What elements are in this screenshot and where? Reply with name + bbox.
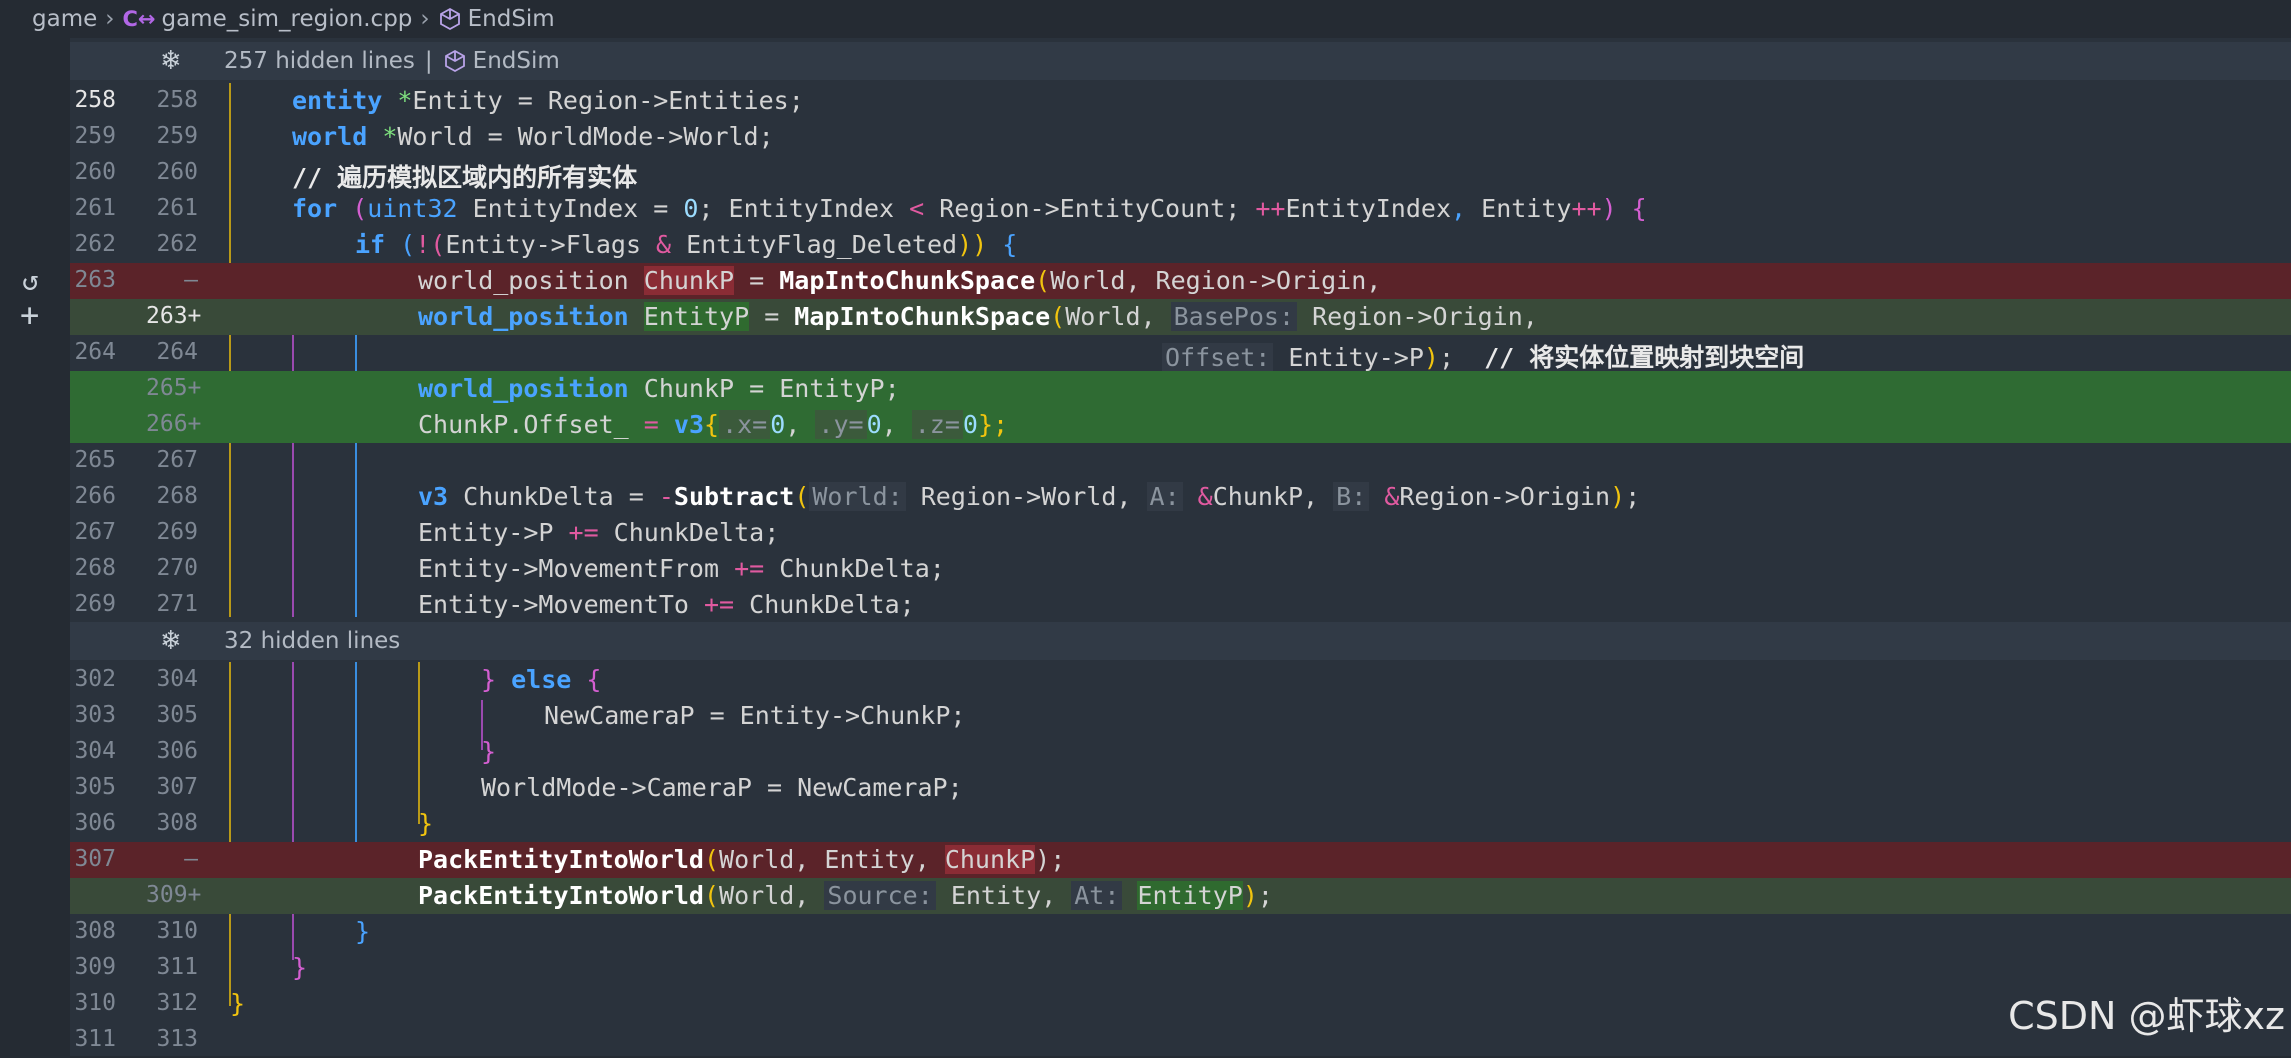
deleted-line[interactable]: 263 — world_position ChunkP = MapIntoChu… [70,263,2291,299]
added-line[interactable]: 263+ world_position EntityP = MapIntoChu… [70,299,2291,335]
breadcrumb-symbol[interactable]: EndSim [468,6,555,32]
code-line[interactable]: 306 308 } [70,806,2291,842]
chevron-right-icon: › [420,6,430,32]
chevron-right-icon: › [105,6,115,32]
expand-icon[interactable]: ❄ [160,46,224,76]
code-line[interactable]: 265 267 [70,443,2291,479]
added-line[interactable]: 309+ PackEntityIntoWorld(World, Source: … [70,878,2291,914]
code-line[interactable]: 311 313 [70,1022,2291,1058]
code-line[interactable]: 308 310 } [70,914,2291,950]
method-cube-icon [439,7,460,31]
code-line[interactable]: 269 271 Entity->MovementTo += ChunkDelta… [70,587,2291,623]
code-line[interactable]: 302 304 } else { [70,662,2291,698]
deleted-line[interactable]: 307 — PackEntityIntoWorld(World, Entity,… [70,842,2291,878]
code-line[interactable]: 260 260 // 遍历模拟区域内的所有实体 [70,155,2291,192]
added-line[interactable]: 266+ ChunkP.Offset_ = v3{.x= 0, .y= 0, .z=… [70,407,2291,443]
inlay-hint: BasePos: [1170,302,1298,331]
hidden-lines-count: 257 hidden lines [224,48,415,74]
cpp-file-icon: C↔ [122,7,156,31]
hidden-lines-bar[interactable]: ❄ 32 hidden lines [70,622,2291,660]
revert-icon[interactable]: ↺ [22,264,39,297]
code-line[interactable]: 267 269 Entity->P += ChunkDelta; [70,515,2291,551]
activity-gutter [0,38,70,1056]
added-line[interactable]: 265+ world_position ChunkP = EntityP; [70,371,2291,407]
add-comment-icon[interactable]: + [20,296,39,334]
code-line[interactable]: 309 311 } [70,950,2291,986]
code-line[interactable]: 304 306 } [70,734,2291,770]
method-cube-icon [444,49,465,73]
code-line[interactable]: 258 258 entity *Entity = Region->Entitie… [70,83,2291,119]
hidden-lines-symbol[interactable]: EndSim [473,48,560,74]
breadcrumb-file[interactable]: game_sim_region.cpp [161,6,412,32]
code-line[interactable]: 259 259 world *World = WorldMode->World; [70,119,2291,155]
watermark: CSDN @虾球xz [2008,994,2285,1038]
code-line[interactable]: 305 307 WorldMode->CameraP = NewCameraP; [70,770,2291,806]
inlay-hint: Offset: [1162,343,1274,372]
code-line[interactable]: 261 261 for (uint32 EntityIndex = 0; Ent… [70,191,2291,227]
hidden-lines-bar[interactable]: ❄ 257 hidden lines | EndSim [70,42,2291,80]
code-line[interactable]: 268 270 Entity->MovementFrom += ChunkDel… [70,551,2291,587]
code-line[interactable]: 264 264 Offset: Entity->P); // 将实体位置映射到块… [70,335,2291,372]
breadcrumb: game › C↔ game_sim_region.cpp › EndSim [0,0,2291,38]
code-line[interactable]: 262 262 if (!(Entity->Flags & EntityFlag… [70,227,2291,263]
code-line[interactable]: 310 312 } [70,986,2291,1022]
code-line[interactable]: 303 305 NewCameraP = Entity->ChunkP; [70,698,2291,734]
breadcrumb-folder[interactable]: game [32,6,97,32]
code-line[interactable]: 266 268 v3 ChunkDelta = -Subtract(World:… [70,479,2291,515]
hidden-lines-count: 32 hidden lines [224,628,401,654]
expand-icon[interactable]: ❄ [160,626,224,656]
